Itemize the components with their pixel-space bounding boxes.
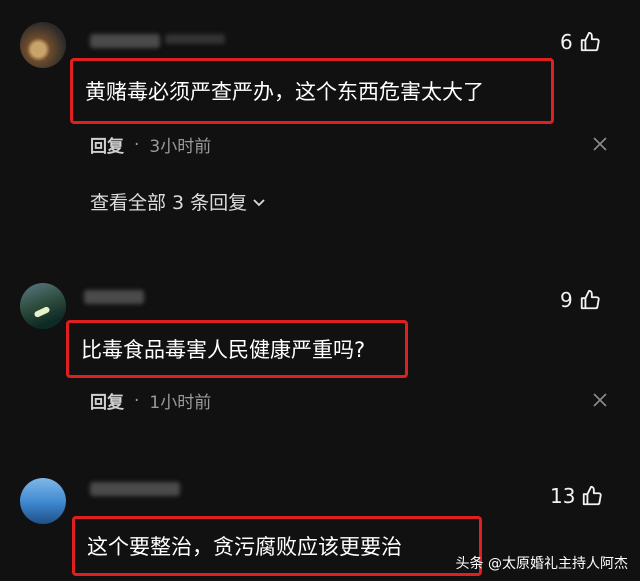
comment-text-highlighted: 比毒食品毒害人民健康严重吗? xyxy=(66,320,408,378)
avatar[interactable] xyxy=(20,478,66,524)
like-count: 6 xyxy=(560,30,573,54)
comment-text-highlighted: 黄赌毒必须严查严办，这个东西危害太大了 xyxy=(70,58,554,124)
username-blurred[interactable] xyxy=(84,290,144,304)
view-all-replies-link[interactable]: 查看全部 3 条回复 xyxy=(90,188,267,215)
like-button[interactable]: 6 xyxy=(560,30,601,54)
timestamp: 1小时前 xyxy=(149,393,212,413)
comment-meta: 回复 · 1小时前 xyxy=(90,388,212,414)
avatar[interactable] xyxy=(20,22,66,68)
separator-dot: · xyxy=(134,134,140,155)
close-icon[interactable] xyxy=(592,392,608,408)
watermark: 头条 @太原婚礼主持人阿杰 xyxy=(456,553,628,573)
close-icon[interactable] xyxy=(592,136,608,152)
comment-text: 黄赌毒必须严查严办，这个东西危害太大了 xyxy=(85,80,484,104)
like-button[interactable]: 9 xyxy=(560,288,601,312)
avatar[interactable] xyxy=(20,283,66,329)
comment-text: 这个要整治，贪污腐败应该更要治 xyxy=(87,535,402,559)
separator-dot: · xyxy=(134,390,140,411)
username-blurred xyxy=(165,34,225,44)
watermark-text: 头条 @太原婚礼主持人阿杰 xyxy=(455,556,628,572)
like-count: 9 xyxy=(560,288,573,312)
thumbs-up-icon xyxy=(580,31,600,52)
comment-text-highlighted: 这个要整治，贪污腐败应该更要治 xyxy=(72,516,482,576)
username-blurred[interactable] xyxy=(90,482,180,496)
thumbs-up-icon xyxy=(583,485,603,506)
comment-meta: 回复 · 3小时前 xyxy=(90,132,212,158)
chevron-down-icon xyxy=(253,198,265,206)
like-button[interactable]: 13 xyxy=(550,484,603,508)
username-blurred[interactable] xyxy=(90,34,160,48)
reply-button[interactable]: 回复 xyxy=(90,132,124,157)
thumbs-up-icon xyxy=(580,289,600,310)
reply-button[interactable]: 回复 xyxy=(90,388,124,413)
comment-text: 比毒食品毒害人民健康严重吗? xyxy=(81,338,366,362)
like-count: 13 xyxy=(550,484,576,508)
timestamp: 3小时前 xyxy=(149,137,212,157)
view-replies-label: 查看全部 3 条回复 xyxy=(90,192,248,214)
